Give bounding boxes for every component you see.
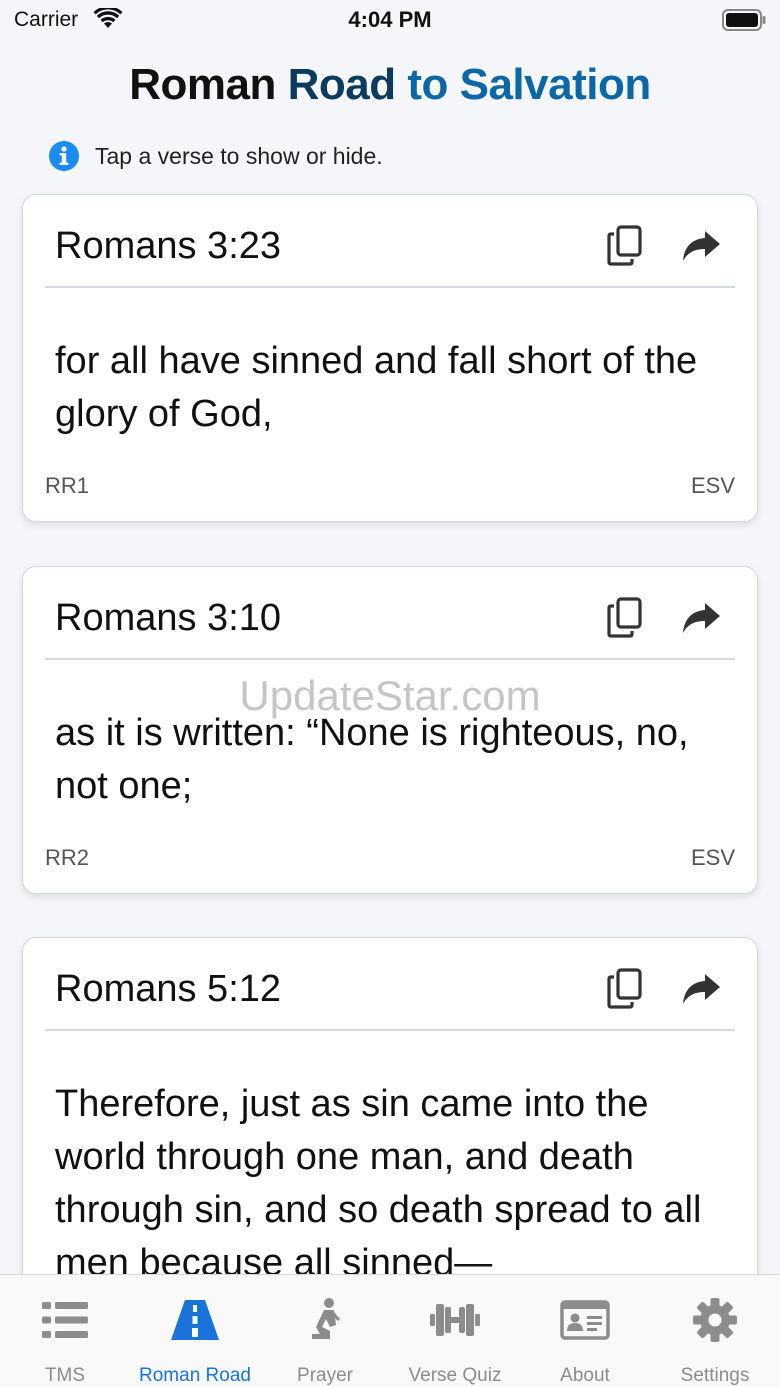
tab-verse-quiz[interactable]: Verse Quiz (390, 1275, 520, 1387)
tab-label: TMS (44, 1365, 86, 1386)
verse-card[interactable]: Romans 3:23 for all have sinned and fall… (22, 194, 758, 522)
tab-label: About (560, 1365, 610, 1386)
verse-version: ESV (690, 473, 735, 498)
id-card-icon (560, 1300, 610, 1340)
status-bar: Carrier 4:04 PM (0, 0, 780, 40)
copy-icon[interactable] (607, 225, 643, 267)
title-word-salvation: to Salvation (407, 60, 651, 109)
tab-roman-road[interactable]: Roman Road (130, 1275, 260, 1387)
tab-bar: TMS Roman Road Prayer Verse Quiz About S… (0, 1274, 780, 1387)
verse-reference: Romans 3:23 (55, 225, 282, 267)
verse-card-header: Romans 3:10 (45, 567, 735, 660)
verse-reference: Romans 3:10 (55, 597, 282, 639)
clock: 4:04 PM (348, 7, 432, 32)
verse-version: ESV (690, 845, 735, 870)
verse-text: Therefore, just as sin came into the wor… (55, 1083, 702, 1284)
title-word-road: Road (287, 60, 397, 109)
hint-text: Tap a verse to show or hide. (95, 142, 383, 169)
list-icon (42, 1302, 88, 1338)
verse-reference: Romans 5:12 (55, 968, 282, 1010)
share-icon[interactable] (681, 972, 721, 1006)
screen: Carrier 4:04 PM Roman Road to Salvation … (0, 0, 780, 1387)
verse-code: RR1 (45, 473, 90, 498)
tab-label: Settings (680, 1365, 750, 1386)
verse-text: as it is written: “None is righteous, no… (55, 712, 689, 807)
tab-tms[interactable]: TMS (0, 1275, 130, 1387)
title-word-roman: Roman (129, 60, 276, 109)
tab-about[interactable]: About (520, 1275, 650, 1387)
praying-person-icon (312, 1298, 340, 1339)
watermark: UpdateStar.com (239, 672, 541, 719)
share-icon[interactable] (681, 601, 721, 635)
verse-card[interactable]: Romans 3:10 as it is written: “None is r… (22, 566, 758, 894)
tab-label: Prayer (297, 1365, 353, 1386)
battery-icon (722, 9, 766, 31)
info-icon (49, 141, 79, 171)
verse-card-header: Romans 3:23 (45, 195, 735, 288)
share-icon[interactable] (681, 229, 721, 263)
copy-icon[interactable] (607, 968, 643, 1010)
tab-label: Verse Quiz (408, 1365, 502, 1386)
verse-text: for all have sinned and fall short of th… (55, 340, 698, 435)
hint-row: Tap a verse to show or hide. (48, 140, 383, 172)
dumbbell-icon (430, 1304, 480, 1336)
tab-settings[interactable]: Settings (650, 1275, 780, 1387)
page-title: Roman Road to Salvation (0, 60, 780, 110)
tab-label: Roman Road (139, 1365, 251, 1386)
copy-icon[interactable] (607, 597, 643, 639)
verse-code: RR2 (45, 845, 90, 870)
verse-card-header: Romans 5:12 (45, 938, 735, 1031)
gear-icon (693, 1298, 737, 1342)
road-icon (171, 1300, 219, 1340)
tab-prayer[interactable]: Prayer (260, 1275, 390, 1387)
